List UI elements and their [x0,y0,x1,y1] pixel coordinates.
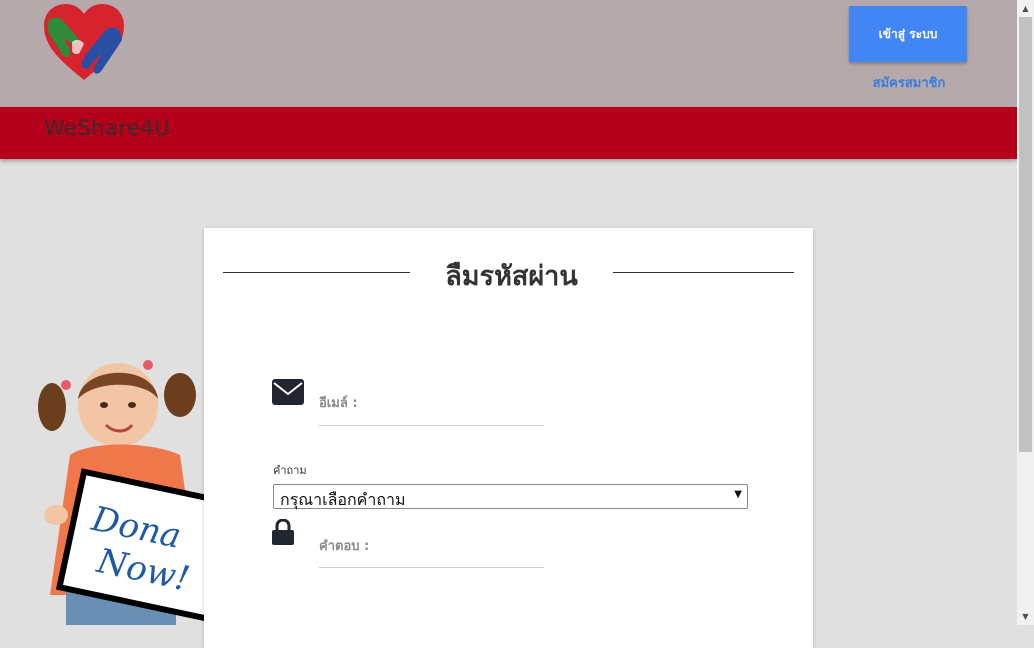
register-link[interactable]: สมัครสมาชิก [849,72,969,93]
scroll-down-icon[interactable]: ▼ [1017,608,1034,625]
logo-heart-hands-icon[interactable] [42,2,126,82]
chevron-down-icon: ▼ [734,489,742,500]
brand-bar: WeShare4U [0,107,1017,159]
email-underline [319,425,544,426]
donate-child-illustration: Dona Now! [38,360,210,625]
top-header: เข้าสู่ ระบบ สมัครสมาชิก [0,0,1017,107]
email-field[interactable] [319,406,548,426]
login-button[interactable]: เข้าสู่ ระบบ [849,6,967,62]
answer-field[interactable] [319,548,548,568]
scroll-up-icon[interactable]: ▲ [1017,0,1034,17]
brand-name[interactable]: WeShare4U [44,116,170,140]
page-scrollbar[interactable]: ▲ ▼ [1017,0,1034,625]
title-divider-right [613,272,794,273]
question-select[interactable]: กรุณาเลือกคำถาม ▼ [273,484,748,509]
lock-icon [272,519,294,545]
title-divider-left [223,272,410,273]
answer-underline [319,567,544,568]
mail-icon [272,379,304,405]
card-title-row: ลืมรหัสผ่าน [223,252,794,292]
page-title: ลืมรหัสผ่าน [445,261,578,292]
scroll-thumb[interactable] [1019,17,1032,452]
forgot-password-card: ลืมรหัสผ่าน อีเมล์ : คำถาม กรุณาเลือกคำถ… [204,228,813,648]
question-label: คำถาม [273,464,307,477]
question-selected-value: กรุณาเลือกคำถาม [280,490,406,509]
